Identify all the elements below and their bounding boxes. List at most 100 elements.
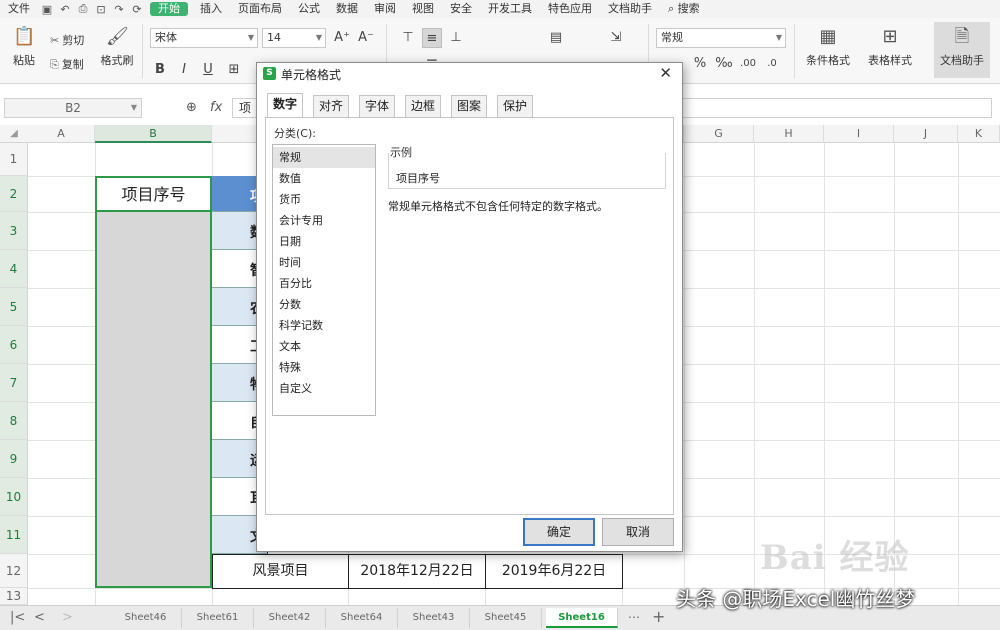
menu-developer[interactable]: 开发工具 (480, 0, 540, 18)
copy-button[interactable]: ⎘ 复制 (50, 56, 84, 72)
next-sheet-icon[interactable]: > (62, 610, 73, 625)
row-header-8[interactable]: 8 (0, 402, 28, 440)
menu-view[interactable]: 视图 (404, 0, 442, 18)
paste-button[interactable]: 📋 粘贴 (6, 22, 42, 68)
cancel-button[interactable]: 取消 (602, 518, 674, 546)
cell-d12[interactable]: 2018年12月22日 (348, 554, 486, 589)
column-header-a[interactable]: A (28, 125, 95, 143)
row-header-3[interactable]: 3 (0, 212, 28, 250)
first-sheet-icon[interactable]: |< (10, 610, 25, 625)
tab-alignment[interactable]: 对齐 (313, 95, 349, 117)
conditional-format-button[interactable]: ▦ 条件格式 (800, 22, 856, 68)
menu-review[interactable]: 审阅 (366, 0, 404, 18)
tab-border[interactable]: 边框 (405, 95, 441, 117)
doc-helper-button[interactable]: 🗎 文档助手 (934, 22, 990, 78)
row-header-4[interactable]: 4 (0, 250, 28, 288)
menu-features[interactable]: 特色应用 (540, 0, 600, 18)
function-icon[interactable]: fx (210, 100, 222, 115)
table-style-button[interactable]: ⊞ 表格样式 (862, 22, 918, 68)
tab-number[interactable]: 数字 (267, 93, 303, 118)
row-header-12[interactable]: 12 (0, 554, 28, 588)
print-preview-icon[interactable]: ⊡ (92, 3, 110, 16)
tab-font[interactable]: 字体 (359, 95, 395, 117)
underline-icon[interactable]: U (198, 60, 218, 80)
select-all-icon[interactable]: ◢ (0, 125, 28, 143)
row-header-1[interactable]: 1 (0, 143, 28, 176)
tab-protection[interactable]: 保护 (497, 95, 533, 117)
align-top-icon[interactable]: ⊤ (398, 28, 418, 48)
menu-data[interactable]: 数据 (328, 0, 366, 18)
redo2-icon[interactable]: ⟳ (128, 3, 146, 16)
grow-font-icon[interactable]: A⁺ (332, 28, 352, 48)
category-item[interactable]: 常规 (273, 147, 375, 168)
name-box[interactable]: B2 ▼ (4, 98, 142, 118)
category-item[interactable]: 会计专用 (273, 210, 375, 231)
align-middle-icon[interactable]: ≡ (422, 28, 442, 48)
column-header-j[interactable]: J (894, 125, 958, 143)
category-item[interactable]: 货币 (273, 189, 375, 210)
sheet-tab[interactable]: Sheet64 (326, 608, 398, 628)
category-item[interactable]: 文本 (273, 336, 375, 357)
column-header-g[interactable]: G (684, 125, 754, 143)
border-icon[interactable]: ⊞ (224, 60, 244, 80)
font-size-select[interactable]: 14 ▼ (262, 28, 326, 48)
column-header-h[interactable]: H (754, 125, 824, 143)
decimal-increase-icon[interactable]: .00 (738, 54, 758, 74)
cell-e12[interactable]: 2019年6月22日 (485, 554, 623, 589)
file-menu[interactable]: 文件 (0, 0, 38, 18)
sheet-tab[interactable]: Sheet45 (470, 608, 542, 628)
save-icon[interactable]: ▣ (38, 3, 56, 16)
sheet-tab-active[interactable]: Sheet16 (546, 608, 618, 628)
row-header-13[interactable]: 13 (0, 588, 28, 605)
redo-icon[interactable]: ↷ (110, 3, 128, 16)
decimal-decrease-icon[interactable]: .0 (762, 54, 782, 74)
menu-security[interactable]: 安全 (442, 0, 480, 18)
menu-insert[interactable]: 插入 (192, 0, 230, 18)
number-format-select[interactable]: 常规 ▼ (656, 28, 786, 48)
row-header-5[interactable]: 5 (0, 288, 28, 326)
print-icon[interactable]: ⎙ (74, 2, 92, 16)
row-header-9[interactable]: 9 (0, 440, 28, 478)
sheet-tab[interactable]: Sheet43 (398, 608, 470, 628)
row-header-7[interactable]: 7 (0, 364, 28, 402)
category-item[interactable]: 时间 (273, 252, 375, 273)
format-painter-button[interactable]: 🖌 格式刷 (98, 22, 136, 68)
category-item[interactable]: 特殊 (273, 357, 375, 378)
row-header-11[interactable]: 11 (0, 516, 28, 554)
cut-button[interactable]: ✂ 剪切 (50, 32, 84, 48)
search-menu[interactable]: ⌕ 搜索 (660, 0, 708, 18)
category-item[interactable]: 科学记数 (273, 315, 375, 336)
category-list[interactable]: 常规 数值 货币 会计专用 日期 时间 百分比 分数 科学记数 文本 特殊 自定… (272, 144, 376, 416)
menu-page-layout[interactable]: 页面布局 (230, 0, 290, 18)
align-bottom-icon[interactable]: ⊥ (446, 28, 466, 48)
bold-icon[interactable]: B (150, 60, 170, 80)
menu-home[interactable]: 开始 (150, 2, 188, 16)
sheet-tab[interactable]: Sheet42 (254, 608, 326, 628)
category-item[interactable]: 分数 (273, 294, 375, 315)
font-name-select[interactable]: 宋体 ▼ (150, 28, 258, 48)
category-item[interactable]: 数值 (273, 168, 375, 189)
ok-button[interactable]: 确定 (523, 518, 595, 546)
thousands-icon[interactable]: ‰ (714, 54, 734, 74)
menu-doc-helper[interactable]: 文档助手 (600, 0, 660, 18)
merge-center-icon[interactable]: ▤ (546, 28, 566, 48)
close-icon[interactable]: ✕ (659, 64, 672, 82)
category-item[interactable]: 百分比 (273, 273, 375, 294)
column-header-b[interactable]: B (95, 125, 212, 143)
column-header-k[interactable]: K (958, 125, 1000, 143)
selected-range[interactable] (95, 176, 212, 588)
sheet-tab[interactable]: Sheet46 (110, 608, 182, 628)
italic-icon[interactable]: I (174, 60, 194, 80)
prev-sheet-icon[interactable]: < (34, 610, 45, 625)
category-item[interactable]: 日期 (273, 231, 375, 252)
sheet-tab[interactable]: Sheet61 (182, 608, 254, 628)
percent-icon[interactable]: % (690, 54, 710, 74)
row-header-2[interactable]: 2 (0, 176, 28, 212)
dialog-title-bar[interactable]: S 单元格格式 ✕ (257, 63, 682, 85)
shrink-font-icon[interactable]: A⁻ (356, 28, 376, 48)
cell-c12[interactable]: 风景项目 (212, 554, 349, 589)
tab-pattern[interactable]: 图案 (451, 95, 487, 117)
zoom-icon[interactable]: ⊕ (186, 100, 197, 115)
more-sheets-icon[interactable]: ⋯ (628, 610, 640, 624)
row-header-10[interactable]: 10 (0, 478, 28, 516)
